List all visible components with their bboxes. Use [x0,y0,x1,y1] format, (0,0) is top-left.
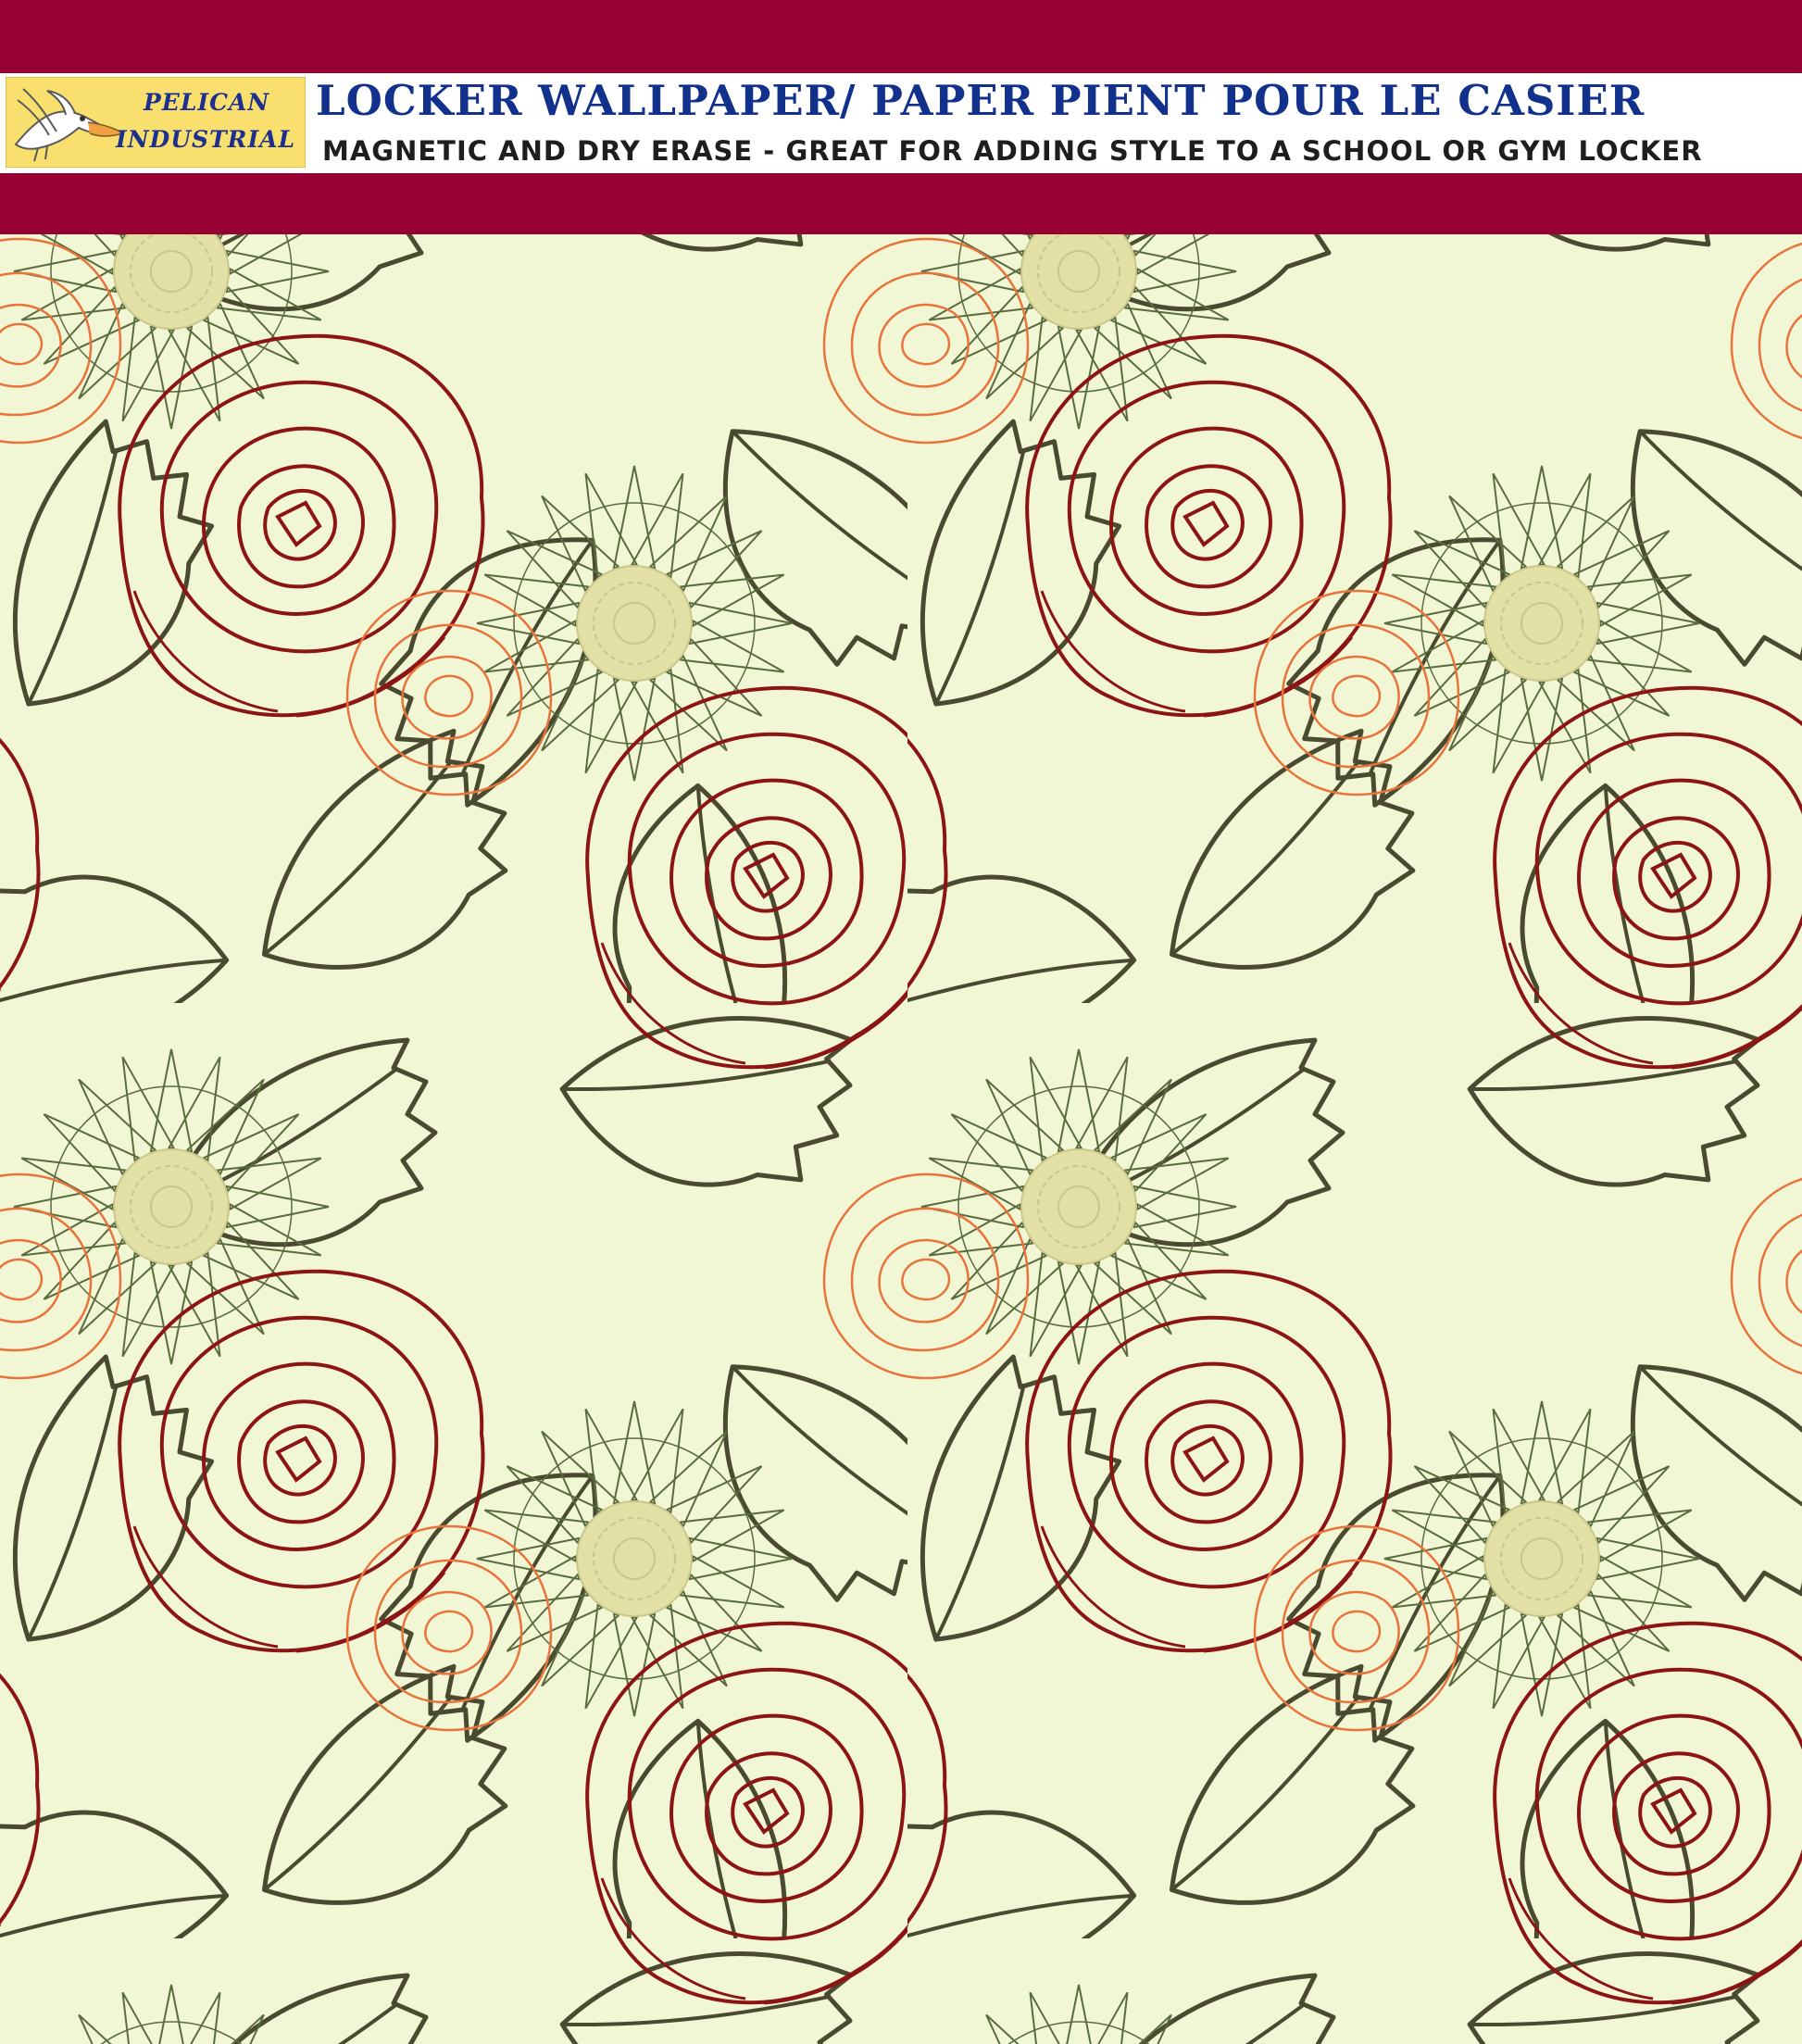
product-image: PELICAN INDUSTRIAL LOCKER WALLPAPER/ PAP… [0,0,1802,2044]
floral-wallpaper-pattern [0,234,1802,2044]
brand-logo: PELICAN INDUSTRIAL [6,77,306,168]
logo-text-line1: PELICAN [144,89,270,116]
pelican-icon [14,88,125,162]
top-color-band [0,0,1802,73]
bottom-color-band [0,173,1802,234]
product-subtitle: MAGNETIC AND DRY ERASE - GREAT FOR ADDIN… [322,135,1703,167]
product-title: LOCKER WALLPAPER/ PAPER PIENT POUR LE CA… [316,76,1646,125]
logo-text-line2: INDUSTRIAL [116,126,296,153]
